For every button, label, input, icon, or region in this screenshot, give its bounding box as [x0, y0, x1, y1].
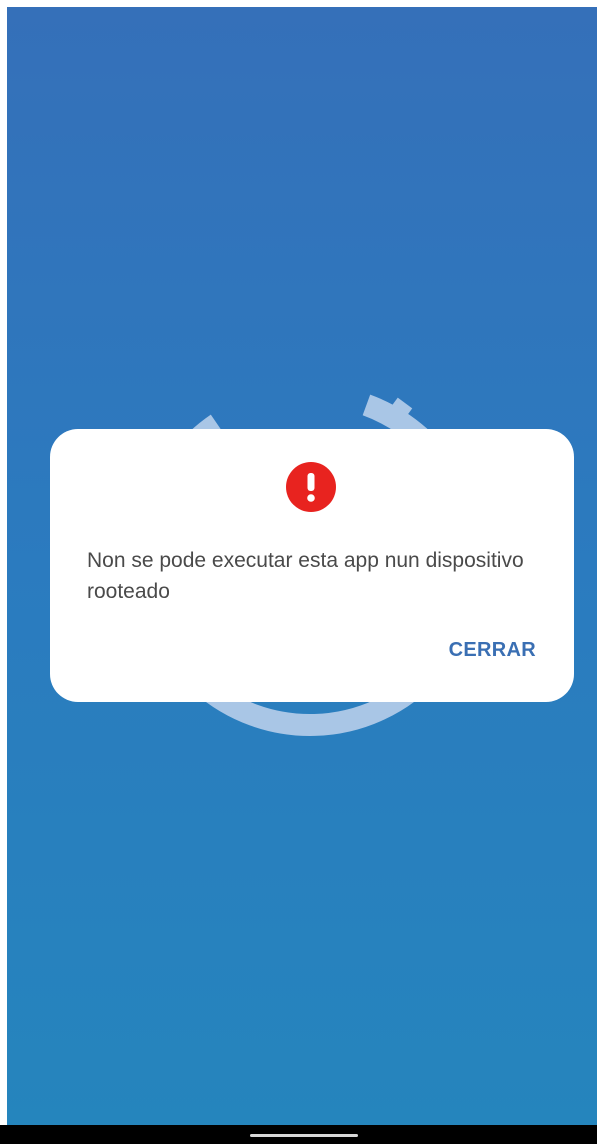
system-navigation-bar — [0, 1125, 597, 1144]
close-button[interactable]: CERRAR — [447, 637, 538, 664]
exclamation-alert-icon — [286, 462, 336, 512]
home-indicator-icon[interactable] — [250, 1134, 358, 1137]
alert-dialog: Non se pode executar esta app nun dispos… — [50, 429, 574, 702]
app-screen: Non se pode executar esta app nun dispos… — [7, 7, 597, 1125]
dialog-message: Non se pode executar esta app nun dispos… — [87, 549, 524, 603]
